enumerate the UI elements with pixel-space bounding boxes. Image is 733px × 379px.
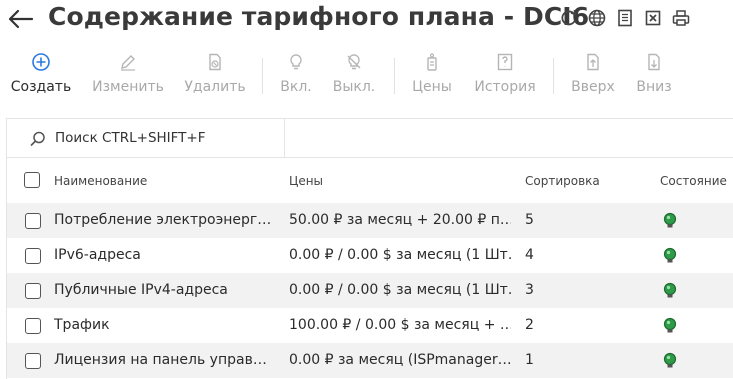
- disable-button[interactable]: Выкл.: [328, 50, 380, 98]
- status-on-icon: [663, 317, 677, 339]
- price-tag-icon: [406, 50, 458, 74]
- row-checkbox[interactable]: [25, 283, 41, 299]
- cell-sort: 2: [525, 317, 534, 333]
- page-title: Содержание тарифного плана - DCI6: [48, 2, 590, 31]
- enable-button[interactable]: Вкл.: [274, 50, 318, 98]
- arrow-up-doc-icon: [566, 50, 620, 74]
- status-on-icon: [663, 212, 677, 234]
- row-checkbox[interactable]: [25, 353, 41, 369]
- table-panel: Поиск CTRL+SHIFT+F Наименование Цены Сор…: [6, 118, 733, 379]
- column-name[interactable]: Наименование: [54, 174, 147, 188]
- search-box[interactable]: Поиск CTRL+SHIFT+F: [7, 119, 285, 157]
- column-prices[interactable]: Цены: [289, 174, 323, 188]
- history-icon: [470, 50, 540, 74]
- document-icon[interactable]: [615, 8, 635, 28]
- row-checkbox[interactable]: [25, 318, 41, 334]
- cell-name: Лицензия на панель управ…: [54, 352, 267, 368]
- globe-icon[interactable]: [587, 8, 607, 28]
- cell-name: Публичные IPv4-адреса: [54, 282, 228, 298]
- status-on-icon: [663, 352, 677, 374]
- cell-name: Потребление электроэнерг…: [54, 212, 272, 228]
- prices-button[interactable]: Цены: [406, 50, 458, 98]
- delete-doc-icon: [182, 50, 248, 74]
- status-on-icon: [663, 282, 677, 304]
- toolbar: Создать Изменить Удалить Вкл. Выкл. Цены: [0, 50, 733, 100]
- print-icon[interactable]: [671, 8, 691, 28]
- row-checkbox[interactable]: [25, 213, 41, 229]
- cell-prices: 0.00 ₽ за месяц (ISPmanager…: [289, 352, 511, 368]
- cell-sort: 4: [525, 247, 534, 263]
- title-bar: Содержание тарифного плана - DCI6: [0, 0, 733, 42]
- column-sort[interactable]: Сортировка: [525, 174, 600, 188]
- toolbar-divider: [394, 58, 395, 94]
- row-checkbox[interactable]: [25, 248, 41, 264]
- cell-prices: 0.00 ₽ / 0.00 $ за месяц (1 Шт.): [289, 247, 511, 263]
- cell-prices: 100.00 ₽ / 0.00 $ за месяц + …: [289, 317, 511, 333]
- arrow-down-doc-icon: [632, 50, 676, 74]
- search-input[interactable]: Поиск CTRL+SHIFT+F: [55, 130, 206, 146]
- cell-prices: 50.00 ₽ за месяц + 20.00 ₽ п…: [289, 212, 511, 228]
- move-up-button[interactable]: Вверх: [566, 50, 620, 98]
- toolbar-divider: [553, 58, 554, 94]
- delete-button[interactable]: Удалить: [182, 50, 248, 98]
- table-row[interactable]: Потребление электроэнерг… 50.00 ₽ за мес…: [7, 203, 733, 238]
- table-row[interactable]: IPv6-адреса 0.00 ₽ / 0.00 $ за месяц (1 …: [7, 238, 733, 273]
- search-icon: [29, 130, 47, 152]
- bulb-on-icon: [274, 50, 318, 74]
- title-actions: [559, 8, 691, 28]
- bulb-off-icon: [328, 50, 380, 74]
- table-row[interactable]: Лицензия на панель управ… 0.00 ₽ за меся…: [7, 343, 733, 378]
- select-all-checkbox[interactable]: [24, 172, 40, 188]
- column-state[interactable]: Состояние: [660, 174, 727, 188]
- refresh-icon[interactable]: [559, 8, 579, 28]
- plus-circle-icon: [8, 50, 74, 74]
- cell-prices: 0.00 ₽ / 0.00 $ за месяц (1 Шт.): [289, 282, 511, 298]
- history-button[interactable]: История: [470, 50, 540, 98]
- cell-sort: 3: [525, 282, 534, 298]
- table-row[interactable]: Публичные IPv4-адреса 0.00 ₽ / 0.00 $ за…: [7, 273, 733, 308]
- create-button[interactable]: Создать: [8, 50, 74, 98]
- pencil-icon: [88, 50, 168, 74]
- cell-sort: 1: [525, 352, 534, 368]
- excel-icon[interactable]: [643, 8, 663, 28]
- back-arrow-icon[interactable]: [6, 6, 36, 32]
- toolbar-divider: [262, 58, 263, 94]
- cell-name: IPv6-адреса: [54, 247, 141, 263]
- cell-name: Трафик: [54, 317, 110, 333]
- cell-sort: 5: [525, 212, 534, 228]
- table-header: Наименование Цены Сортировка Состояние: [7, 157, 733, 201]
- edit-button[interactable]: Изменить: [88, 50, 168, 98]
- table-row[interactable]: Трафик 100.00 ₽ / 0.00 $ за месяц + … 2: [7, 308, 733, 343]
- status-on-icon: [663, 247, 677, 269]
- move-down-button[interactable]: Вниз: [632, 50, 676, 98]
